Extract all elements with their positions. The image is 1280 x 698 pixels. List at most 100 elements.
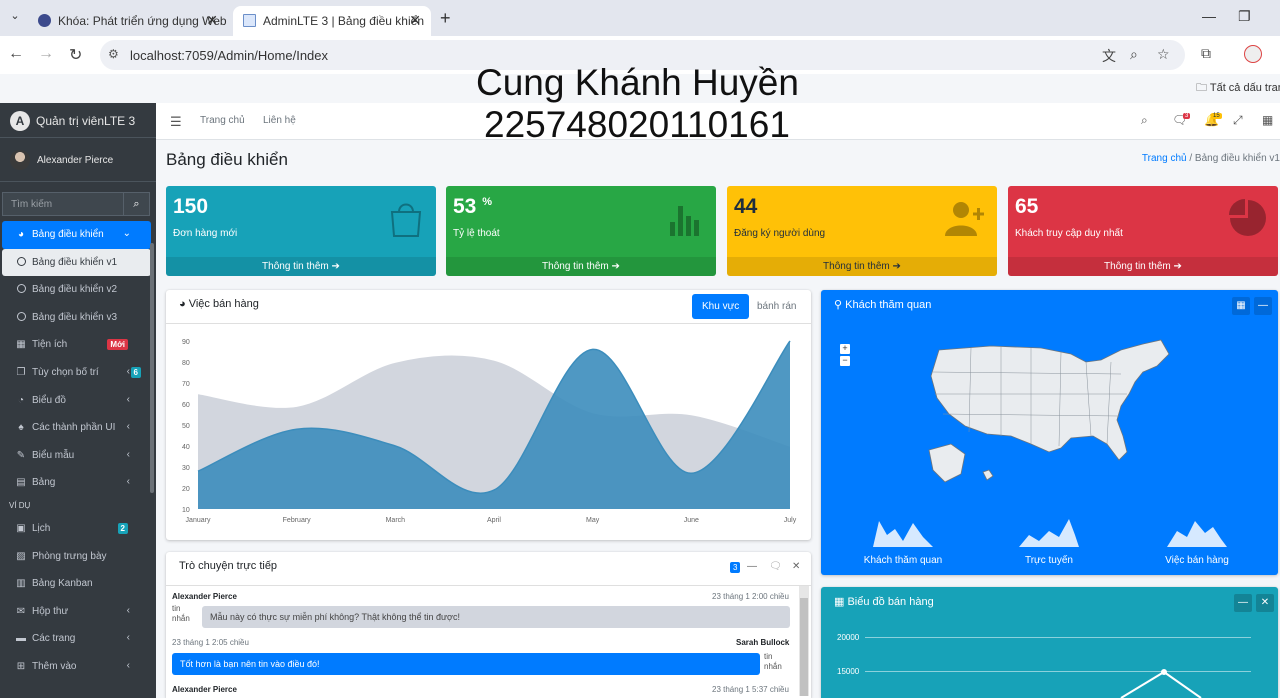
fullscreen-icon[interactable]: ⤢ bbox=[1233, 113, 1243, 128]
avatar bbox=[10, 150, 30, 170]
user-panel[interactable]: Alexander Pierce bbox=[0, 138, 156, 182]
more-info-link[interactable]: Thông tin thêm ➔ bbox=[166, 257, 436, 276]
x-tick-label: March bbox=[386, 517, 406, 524]
new-tab-button[interactable]: + bbox=[440, 8, 451, 29]
grid-icon[interactable]: ▦ bbox=[1262, 113, 1273, 127]
sidebar-scrollbar[interactable] bbox=[150, 243, 154, 493]
sidebar-section-header: VÍ DỤ bbox=[9, 500, 31, 510]
tab-area-chart[interactable]: Khu vực bbox=[692, 294, 750, 319]
y-tick-label: 20000 bbox=[837, 633, 860, 642]
tab-title: Khóa: Phát triển ứng dụng Web bbox=[58, 14, 227, 28]
sidebar-item-dashboard-v3[interactable]: Bảng điều khiển v3 bbox=[0, 304, 156, 332]
nav-link-contact[interactable]: Liên hệ bbox=[263, 115, 296, 126]
forward-button[interactable]: → bbox=[38, 45, 54, 63]
site-settings-icon[interactable]: ⚙ bbox=[108, 47, 119, 61]
minimize-button[interactable]: — bbox=[1202, 8, 1216, 24]
sparkline-sales bbox=[1167, 521, 1227, 547]
browser-tab-course[interactable]: Khóa: Phát triển ứng dụng Web ✕ bbox=[28, 6, 228, 36]
chevron-left-icon: ‹ bbox=[126, 365, 130, 377]
x-tick-label: February bbox=[283, 517, 312, 524]
more-info-link[interactable]: Thông tin thêm ➔ bbox=[446, 257, 716, 276]
card-header: ◕ Việc bán hàng Khu vực bánh rán bbox=[166, 290, 811, 324]
chat-timestamp: 23 tháng 1 2:00 chiều bbox=[712, 592, 789, 601]
menu-toggle-icon[interactable]: ☰ bbox=[170, 114, 182, 130]
profile-avatar[interactable] bbox=[1244, 45, 1262, 68]
card-header: ⚲ Khách thăm quan ▦ — bbox=[821, 290, 1278, 324]
sidebar-item-extras[interactable]: ⊞ Thêm vào ‹ bbox=[0, 653, 156, 681]
chevron-left-icon: ‹ bbox=[126, 421, 130, 433]
sales-graph-card: ▦ Biểu đồ bán hàng — ✕ 20000 15000 bbox=[821, 587, 1278, 698]
search-input[interactable]: Tìm kiếm bbox=[11, 199, 52, 210]
back-button[interactable]: ← bbox=[8, 45, 24, 63]
reload-button[interactable]: ↻ bbox=[69, 45, 82, 65]
chat-scrollbar[interactable] bbox=[799, 586, 809, 696]
extensions-icon[interactable]: ⧉ bbox=[1201, 45, 1211, 62]
sidebar-item-pages[interactable]: ▬ Các trang ‹ bbox=[0, 625, 156, 653]
chat-author: Alexander Pierce bbox=[172, 592, 237, 601]
collapse-icon[interactable]: — bbox=[1254, 297, 1272, 315]
more-info-link[interactable]: Thông tin thêm ➔ bbox=[727, 257, 997, 276]
user-name[interactable]: Alexander Pierce bbox=[37, 155, 113, 166]
nav-link-home[interactable]: Trang chủ bbox=[200, 115, 245, 126]
stat-value: 44 bbox=[734, 195, 758, 218]
browser-tab-adminlte[interactable]: AdminLTE 3 | Bảng điều khiển ✕ bbox=[233, 6, 431, 36]
sidebar-item-kanban[interactable]: ▥ Bảng Kanban bbox=[0, 570, 156, 598]
sales-graph-line bbox=[1120, 669, 1202, 698]
globe-icon bbox=[38, 14, 51, 27]
map-marker-icon: ⚲ bbox=[834, 299, 846, 311]
close-icon[interactable]: ✕ bbox=[792, 561, 800, 572]
collapse-icon[interactable]: — bbox=[1234, 594, 1252, 612]
close-icon[interactable]: ✕ bbox=[206, 12, 218, 29]
bookmark-star-icon[interactable]: ☆ bbox=[1157, 46, 1170, 63]
sidebar-item-dashboard-v1[interactable]: Bảng điều khiển v1 bbox=[2, 248, 151, 277]
maximize-button[interactable]: ❐ bbox=[1238, 8, 1251, 25]
all-bookmarks-button[interactable]: 🗀 Tất cả dấu trang bbox=[1196, 79, 1280, 98]
sparkline-visitors bbox=[873, 521, 933, 547]
zoom-icon[interactable]: ⌕ bbox=[1130, 46, 1138, 63]
url-text[interactable]: localhost:7059/Admin/Home/Index bbox=[130, 48, 328, 63]
sidebar-item-tables[interactable]: ▤ Bảng ‹ bbox=[0, 469, 156, 497]
more-info-link[interactable]: Thông tin thêm ➔ bbox=[1008, 257, 1278, 276]
sidebar-menu: ◕ Bảng điều khiển ⌄ Bảng điều khiển v1 B… bbox=[0, 221, 156, 681]
sidebar-item-layout-options[interactable]: ❐ Tùy chọn bố trí ‹ 6 bbox=[0, 359, 156, 387]
breadcrumb-home[interactable]: Trang chủ bbox=[1142, 153, 1187, 164]
count-badge: 2 bbox=[117, 522, 128, 534]
tab-title: AdminLTE 3 | Bảng điều khiển bbox=[263, 14, 424, 28]
sparkline-online bbox=[1019, 519, 1079, 547]
small-box-orders: 150 Đơn hàng mới Thông tin thêm ➔ bbox=[166, 186, 436, 276]
tab-donut-chart[interactable]: bánh rán bbox=[747, 294, 806, 319]
sidebar-item-label: Thêm vào bbox=[32, 660, 77, 672]
notifications-badge: 15 bbox=[1211, 113, 1222, 119]
more-info-label: Thông tin thêm bbox=[823, 261, 890, 272]
search-icon[interactable]: ⌕ bbox=[1141, 113, 1148, 128]
chat-timestamp: 23 tháng 1 5:37 chiều bbox=[712, 685, 789, 694]
close-icon[interactable]: ✕ bbox=[409, 12, 421, 29]
translate-icon[interactable]: 文 bbox=[1102, 46, 1116, 66]
zoom-out-button[interactable]: − bbox=[840, 356, 850, 366]
sidebar-search[interactable]: Tìm kiếm ⌕ bbox=[2, 192, 150, 216]
tab-list-button[interactable]: ⌄ bbox=[6, 9, 24, 27]
stat-label: Tỷ lệ thoát bbox=[453, 228, 500, 239]
sidebar-item-charts[interactable]: ◔ Biểu đồ ‹ bbox=[0, 387, 156, 415]
sidebar-item-dashboard-v2[interactable]: Bảng điều khiển v2 bbox=[0, 276, 156, 304]
close-icon[interactable]: ✕ bbox=[1256, 594, 1274, 612]
brand-link[interactable]: A Quản trị viênLTE 3 bbox=[0, 103, 156, 138]
breadcrumb: Trang chủ / Bảng điều khiển v1 bbox=[1142, 153, 1280, 164]
y-tick-label: 20 bbox=[182, 486, 190, 493]
search-icon[interactable]: ⌕ bbox=[123, 193, 149, 215]
comments-icon[interactable]: 🗨 bbox=[769, 561, 782, 572]
card-title: ▦ Biểu đồ bán hàng bbox=[834, 596, 934, 608]
circle-icon bbox=[15, 256, 27, 269]
sidebar-item-dashboard[interactable]: ◕ Bảng điều khiển ⌄ bbox=[2, 221, 151, 249]
small-box-registrations: 44 Đăng ký người dùng Thông tin thêm ➔ bbox=[727, 186, 997, 276]
sidebar-item-mailbox[interactable]: ✉ Hộp thư ‹ bbox=[0, 598, 156, 626]
sidebar-item-gallery[interactable]: ▨ Phòng trưng bày bbox=[0, 543, 156, 571]
calendar-icon[interactable]: ▦ bbox=[1232, 297, 1250, 315]
sidebar-item-calendar[interactable]: ▣ Lịch 2 bbox=[0, 515, 156, 543]
sidebar-item-ui-elements[interactable]: ♠ Các thành phần UI ‹ bbox=[0, 414, 156, 442]
sidebar-item-forms[interactable]: ✎ Biểu mẫu ‹ bbox=[0, 442, 156, 470]
sidebar-item-widgets[interactable]: ▦ Tiện ích Mới bbox=[0, 331, 156, 359]
zoom-in-button[interactable]: + bbox=[840, 344, 850, 354]
collapse-icon[interactable]: — bbox=[747, 561, 757, 572]
chat-avatar: tin nhắn bbox=[172, 604, 190, 623]
